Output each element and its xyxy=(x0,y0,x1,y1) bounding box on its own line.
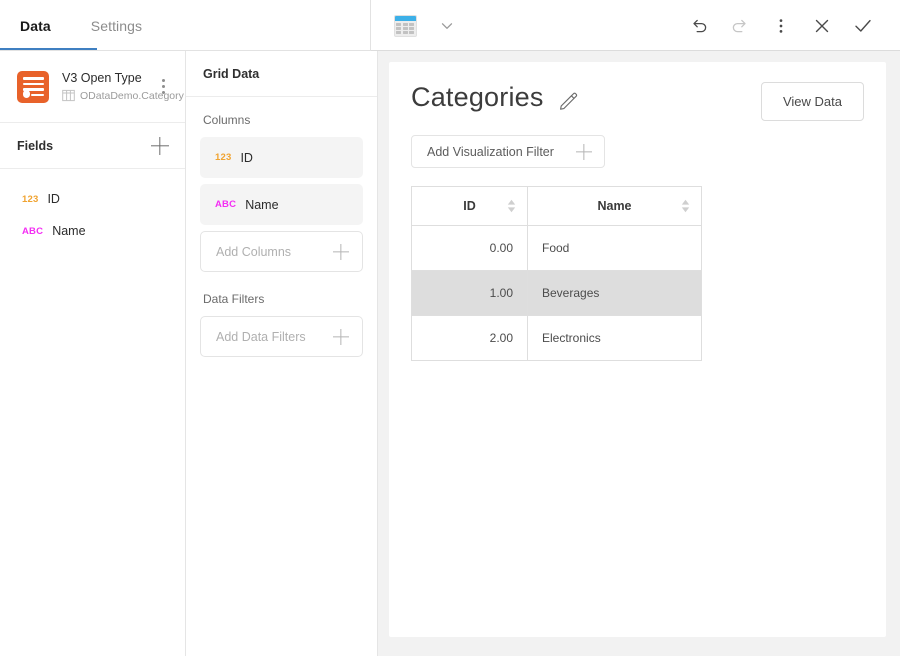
table-header-row: ID Name xyxy=(411,186,702,226)
chart-type-button[interactable] xyxy=(386,7,424,45)
sort-arrows-icon xyxy=(507,199,516,213)
table-body: 0.00 Food 1.00 Beverages 2.00 Electronic… xyxy=(411,225,702,361)
chart-type-dropdown-button[interactable] xyxy=(428,7,466,45)
field-item-name[interactable]: ABC Name xyxy=(0,215,185,247)
editor-body: V3 Open Type ODataDemo.Category Fields 1… xyxy=(0,51,900,656)
grid-data-column: Grid Data Columns 123 ID ABC Name Add Co… xyxy=(186,51,378,656)
table-row[interactable]: 1.00 Beverages xyxy=(411,270,702,316)
redo-icon xyxy=(732,19,746,32)
redo-button[interactable] xyxy=(721,7,759,45)
checkmark-icon xyxy=(855,19,871,32)
more-options-button[interactable] xyxy=(762,7,800,45)
add-columns-label: Add Columns xyxy=(216,244,292,259)
tab-settings-label: Settings xyxy=(90,17,143,34)
plus-icon xyxy=(333,329,349,345)
grid-data-body: Columns 123 ID ABC Name Add Columns Data… xyxy=(186,97,377,363)
close-button[interactable] xyxy=(803,7,841,45)
fields-column: V3 Open Type ODataDemo.Category Fields 1… xyxy=(0,51,186,656)
title-group: Categories xyxy=(411,82,579,113)
plus-icon xyxy=(333,244,349,260)
column-header-id[interactable]: ID xyxy=(411,186,528,226)
data-source-menu-button[interactable] xyxy=(153,75,173,99)
preview-area: Categories View Data Add Visualization F… xyxy=(378,51,900,656)
column-chip-label: ID xyxy=(240,150,253,165)
field-type-badge: 123 xyxy=(215,152,232,163)
cell-name: Electronics xyxy=(527,315,702,361)
column-chip-id[interactable]: 123 ID xyxy=(200,137,363,178)
tab-list: Data Settings xyxy=(0,0,162,51)
field-item-id[interactable]: 123 ID xyxy=(0,183,185,215)
column-chip-label: Name xyxy=(245,197,279,212)
add-data-filters-button[interactable]: Add Data Filters xyxy=(200,316,363,357)
column-header-name[interactable]: Name xyxy=(527,186,702,226)
add-columns-button[interactable]: Add Columns xyxy=(200,231,363,272)
table-icon xyxy=(62,89,75,102)
grid-data-header: Grid Data xyxy=(186,51,377,97)
data-source-row[interactable]: V3 Open Type ODataDemo.Category xyxy=(0,51,185,123)
top-bar: Data Settings xyxy=(0,0,900,51)
tab-data-label: Data xyxy=(20,17,51,34)
field-label: Name xyxy=(52,224,86,238)
fields-panel-header: Fields xyxy=(0,123,185,169)
cell-id: 0.00 xyxy=(411,225,528,271)
sort-arrows-icon xyxy=(681,199,690,213)
plus-icon xyxy=(576,144,592,160)
table-row[interactable]: 2.00 Electronics xyxy=(411,315,702,361)
add-data-filters-label: Add Data Filters xyxy=(216,329,306,344)
field-type-badge: ABC xyxy=(22,225,44,237)
field-label: ID xyxy=(47,192,60,206)
data-table: ID Name 0.00 Food 1.00 Beverages 2.00 El… xyxy=(411,186,702,361)
cell-id: 2.00 xyxy=(411,315,528,361)
visualization-card: Categories View Data Add Visualization F… xyxy=(389,62,886,637)
fields-panel-title: Fields xyxy=(17,138,54,153)
toolbar-right-group xyxy=(680,7,900,45)
field-type-badge: ABC xyxy=(215,199,237,210)
column-header-id-label: ID xyxy=(463,199,476,213)
column-chip-name[interactable]: ABC Name xyxy=(200,184,363,225)
cell-name: Beverages xyxy=(527,270,702,316)
view-data-button[interactable]: View Data xyxy=(761,82,864,121)
grid-table-icon xyxy=(393,14,417,37)
visualization-header: Categories View Data xyxy=(411,82,864,121)
cell-id: 1.00 xyxy=(411,270,528,316)
chevron-down-icon xyxy=(441,22,453,29)
table-header: ID Name xyxy=(411,186,702,226)
toolbar-left-group xyxy=(371,7,466,45)
page-title: Categories xyxy=(411,82,544,112)
confirm-button[interactable] xyxy=(844,7,882,45)
undo-icon xyxy=(693,19,707,32)
column-header-name-label: Name xyxy=(597,199,632,213)
data-source-icon xyxy=(17,70,49,103)
tab-data[interactable]: Data xyxy=(0,0,71,51)
field-type-badge: 123 xyxy=(22,193,39,205)
undo-button[interactable] xyxy=(680,7,718,45)
add-visualization-filter-label: Add Visualization Filter xyxy=(427,144,554,159)
fields-list: 123 ID ABC Name xyxy=(0,169,185,247)
toolbar xyxy=(370,0,900,51)
add-field-button[interactable] xyxy=(149,135,171,157)
pencil-icon[interactable] xyxy=(558,90,579,111)
close-icon xyxy=(815,19,829,32)
tab-bar: Data Settings xyxy=(0,0,370,51)
cell-name: Food xyxy=(527,225,702,271)
add-visualization-filter-button[interactable]: Add Visualization Filter xyxy=(411,135,605,168)
table-row[interactable]: 0.00 Food xyxy=(411,225,702,271)
visualization-editor-window: Data Settings V3 Open Type ODataDemo.Cat… xyxy=(0,0,900,656)
grid-data-title: Grid Data xyxy=(203,66,260,81)
tab-settings[interactable]: Settings xyxy=(71,0,162,51)
columns-section-label: Columns xyxy=(203,113,251,127)
kebab-menu-icon xyxy=(779,18,783,33)
data-filters-section-label: Data Filters xyxy=(203,292,265,306)
